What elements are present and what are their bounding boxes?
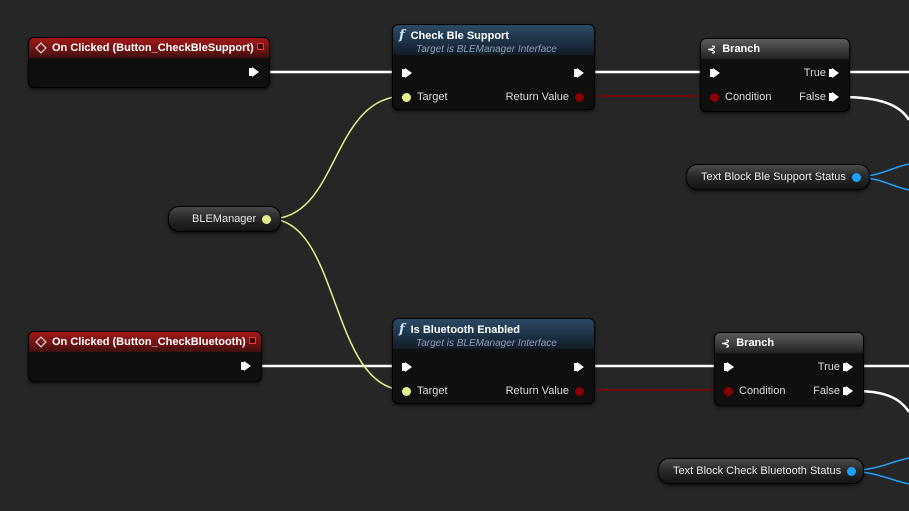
target-pin[interactable]: Target [402, 385, 448, 397]
event-diamond-icon [35, 336, 47, 348]
function-node-header: f Check Ble Support Target is BLEManager… [393, 25, 594, 55]
event-node-title: On Clicked (Button_CheckBleSupport) [52, 42, 254, 54]
function-node-header: f Is Bluetooth Enabled Target is BLEMana… [393, 319, 594, 349]
exec-out-pin[interactable] [241, 361, 251, 371]
bool-pin-icon [575, 386, 584, 396]
branch-node-1[interactable]: ⊰ Branch True Condition False [700, 38, 850, 112]
branch-node-title: Branch [736, 337, 775, 349]
function-node-title: Check Ble Support [410, 29, 509, 42]
exec-in-pin[interactable] [402, 362, 412, 372]
target-pin-label: Target [417, 385, 448, 397]
exec-wire-branch1-false [841, 95, 909, 121]
event-node-header: On Clicked (Button_CheckBleSupport) [29, 38, 269, 58]
return-value-pin[interactable]: Return Value [506, 385, 584, 397]
bool-pin-icon [710, 92, 719, 102]
function-node-title: Is Bluetooth Enabled [410, 323, 520, 336]
variable-label: BLEManager [192, 213, 257, 225]
object-wire-blemanager-to-checkble [269, 95, 406, 220]
true-pin[interactable]: True [804, 67, 839, 79]
exec-out-pin[interactable] [574, 362, 584, 372]
exec-in-pin[interactable] [724, 362, 734, 372]
event-node-check-bluetooth[interactable]: On Clicked (Button_CheckBluetooth) [28, 331, 262, 382]
return-value-pin[interactable]: Return Value [506, 91, 584, 103]
branch-node-header: ⊰ Branch [715, 333, 863, 353]
bool-pin-icon [575, 92, 584, 102]
return-value-label: Return Value [505, 385, 569, 397]
branch-icon: ⊰ [707, 43, 717, 56]
exec-out-pin[interactable] [574, 68, 584, 78]
target-pin-label: Target [417, 91, 448, 103]
event-node-check-ble-support[interactable]: On Clicked (Button_CheckBleSupport) [28, 37, 270, 88]
exec-in-pin[interactable] [710, 68, 720, 78]
branch-icon: ⊰ [721, 337, 731, 350]
variable-label: Text Block Ble Support Status [701, 171, 846, 183]
variable-node-text-block-check-bluetooth-status[interactable]: Text Block Check Bluetooth Status [658, 458, 864, 484]
object-pin-icon [402, 92, 411, 102]
bool-pin-icon [724, 386, 733, 396]
object-pin-icon [402, 386, 411, 396]
true-pin[interactable]: True [818, 361, 853, 373]
condition-pin-label: Condition [725, 91, 772, 103]
false-pin[interactable]: False [813, 385, 853, 397]
function-node-is-bluetooth-enabled[interactable]: f Is Bluetooth Enabled Target is BLEMana… [392, 318, 595, 404]
exec-in-pin[interactable] [402, 68, 412, 78]
true-pin-label: True [803, 67, 826, 79]
function-f-icon: f [399, 322, 405, 337]
delegate-pin-icon[interactable] [257, 43, 264, 50]
condition-pin[interactable]: Condition [710, 91, 771, 103]
false-pin[interactable]: False [799, 91, 839, 103]
branch-node-2[interactable]: ⊰ Branch True Condition False [714, 332, 864, 406]
function-f-icon: f [399, 28, 405, 43]
variable-node-text-block-ble-support-status[interactable]: Text Block Ble Support Status [686, 164, 870, 190]
event-node-header: On Clicked (Button_CheckBluetooth) [29, 332, 261, 352]
variable-label: Text Block Check Bluetooth Status [673, 465, 842, 477]
target-pin[interactable]: Target [402, 91, 448, 103]
condition-pin-label: Condition [739, 385, 786, 397]
function-node-check-ble-support[interactable]: f Check Ble Support Target is BLEManager… [392, 24, 595, 110]
false-pin-label: False [799, 91, 826, 103]
delegate-pin-icon[interactable] [249, 337, 256, 344]
function-node-subtitle: Target is BLEManager Interface [416, 44, 557, 55]
event-node-title: On Clicked (Button_CheckBluetooth) [52, 336, 246, 348]
function-node-subtitle: Target is BLEManager Interface [416, 338, 557, 349]
branch-node-title: Branch [722, 43, 761, 55]
true-pin-label: True [817, 361, 840, 373]
exec-out-pin[interactable] [249, 67, 259, 77]
text-object-pin-icon[interactable] [847, 466, 857, 476]
object-wire-blemanager-to-btenabled [269, 218, 406, 391]
text-object-pin-icon[interactable] [851, 172, 861, 182]
object-pin-icon[interactable] [262, 214, 272, 224]
return-value-label: Return Value [505, 91, 569, 103]
variable-node-blemanager[interactable]: BLEManager [168, 206, 281, 232]
branch-node-header: ⊰ Branch [701, 39, 849, 59]
condition-pin[interactable]: Condition [724, 385, 785, 397]
false-pin-label: False [813, 385, 840, 397]
event-diamond-icon [35, 42, 47, 54]
